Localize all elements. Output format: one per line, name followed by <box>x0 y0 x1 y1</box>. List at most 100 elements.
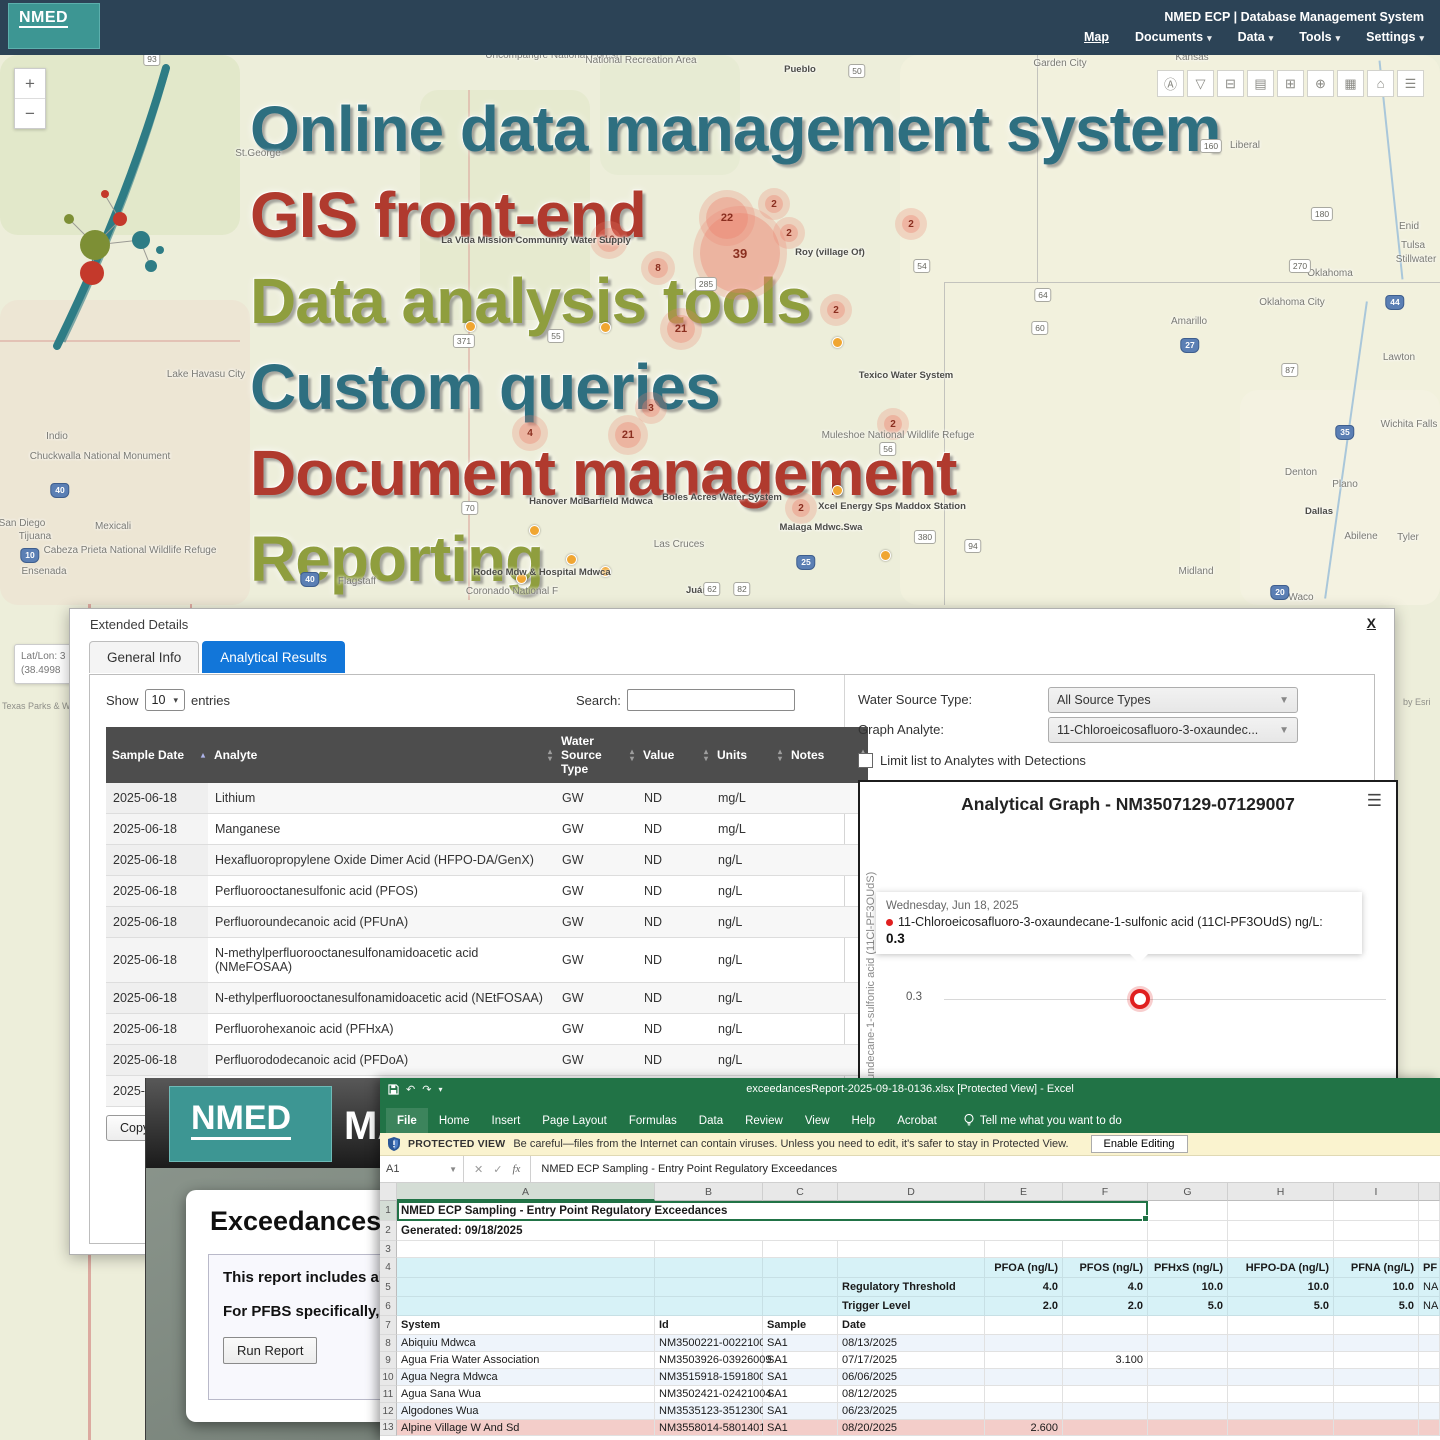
cancel-icon[interactable]: ✕ <box>474 1163 483 1176</box>
cell-A9[interactable]: Agua Fria Water Association <box>397 1352 655 1369</box>
cell-B12[interactable]: NM3535123-35123003 <box>655 1403 763 1420</box>
cell-I7[interactable] <box>1334 1316 1419 1335</box>
cell-G5[interactable]: 10.0 <box>1148 1278 1228 1297</box>
map-cluster[interactable]: 8 <box>648 258 668 278</box>
table-row[interactable]: 2025-06-18LithiumGWNDmg/L <box>106 783 868 814</box>
tell-me-box[interactable]: Tell me what you want to do <box>964 1114 1122 1133</box>
column-header-units[interactable]: Units▴▾ <box>711 727 785 783</box>
menu-tools[interactable]: Tools▾ <box>1299 30 1340 44</box>
cell-F13[interactable] <box>1063 1420 1148 1436</box>
cell-G7[interactable] <box>1148 1316 1228 1335</box>
nmed-logo[interactable]: NMED <box>169 1086 332 1162</box>
cell-G8[interactable] <box>1148 1335 1228 1352</box>
cell-B5[interactable] <box>655 1278 763 1297</box>
cell-J5[interactable]: NA <box>1419 1278 1440 1297</box>
cell-I3[interactable] <box>1334 1241 1419 1258</box>
table-row[interactable]: 2025-06-18ManganeseGWNDmg/L <box>106 814 868 845</box>
map-cluster[interactable]: 21 <box>615 422 641 448</box>
row-header-1[interactable]: 1 <box>380 1201 397 1221</box>
column-header-A[interactable]: A <box>397 1183 655 1201</box>
column-header-H[interactable]: H <box>1228 1183 1334 1201</box>
map-cluster[interactable]: 2 <box>765 195 783 213</box>
enable-editing-button[interactable]: Enable Editing <box>1091 1135 1188 1153</box>
row-header-8[interactable]: 8 <box>380 1335 397 1352</box>
map-cluster[interactable]: 21 <box>667 315 695 343</box>
cell-F7[interactable] <box>1063 1316 1148 1335</box>
cell-B7[interactable]: Id <box>655 1316 763 1335</box>
column-header-partial[interactable] <box>1419 1183 1440 1201</box>
cell-F5[interactable]: 4.0 <box>1063 1278 1148 1297</box>
map-cluster[interactable]: 2 <box>780 224 798 242</box>
cell-name-box[interactable]: A1▼ <box>380 1156 464 1182</box>
redo-icon[interactable]: ↷ <box>422 1083 431 1096</box>
map-marker-dot[interactable] <box>529 525 540 536</box>
map-cluster[interactable]: 22 <box>706 197 748 239</box>
column-header-analyte[interactable]: Analyte▴▾ <box>208 727 555 783</box>
cell-G11[interactable] <box>1148 1386 1228 1403</box>
cell-C13[interactable]: SA1 <box>763 1420 838 1436</box>
cell-I12[interactable] <box>1334 1403 1419 1420</box>
ribbon-tab-formulas[interactable]: Formulas <box>618 1108 688 1133</box>
table-row[interactable]: 2025-06-18N-methylperfluorooctanesulfona… <box>106 938 868 983</box>
cell-E9[interactable] <box>985 1352 1063 1369</box>
undo-icon[interactable]: ↶ <box>406 1083 415 1096</box>
cell-C8[interactable]: SA1 <box>763 1335 838 1352</box>
cell-I6[interactable]: 5.0 <box>1334 1297 1419 1316</box>
ribbon-tab-insert[interactable]: Insert <box>481 1108 532 1133</box>
column-header-B[interactable]: B <box>655 1183 763 1201</box>
cell-J6[interactable]: NA <box>1419 1297 1440 1316</box>
cell-J9[interactable] <box>1419 1352 1440 1369</box>
basemap-icon[interactable]: ▦ <box>1337 70 1364 97</box>
cell-C5[interactable] <box>763 1278 838 1297</box>
map-marker-dot[interactable] <box>600 322 611 333</box>
row-header-4[interactable]: 4 <box>380 1258 397 1278</box>
cell-E13[interactable]: 2.600 <box>985 1420 1063 1436</box>
cell-E11[interactable] <box>985 1386 1063 1403</box>
cell-E8[interactable] <box>985 1335 1063 1352</box>
row-header-13[interactable]: 13 <box>380 1420 397 1436</box>
customize-qat-icon[interactable]: ▾ <box>438 1085 442 1094</box>
map-marker-dot[interactable] <box>566 554 577 565</box>
map-marker-dot[interactable] <box>832 485 843 496</box>
map-marker-dot[interactable] <box>880 550 891 561</box>
cell-H7[interactable] <box>1228 1316 1334 1335</box>
cell-E7[interactable] <box>985 1316 1063 1335</box>
column-header-C[interactable]: C <box>763 1183 838 1201</box>
table-row[interactable]: 2025-06-18Perfluorohexanoic acid (PFHxA)… <box>106 1014 868 1045</box>
cell-G1[interactable] <box>1148 1201 1228 1221</box>
row-header-11[interactable]: 11 <box>380 1386 397 1403</box>
entries-select[interactable]: 10▾ <box>145 689 185 711</box>
cell-G12[interactable] <box>1148 1403 1228 1420</box>
map-cluster[interactable]: 3 <box>642 399 660 417</box>
cell-I13[interactable] <box>1334 1420 1419 1436</box>
cell-A12[interactable]: Algodones Wua <box>397 1403 655 1420</box>
cell-I8[interactable] <box>1334 1335 1419 1352</box>
cell-H8[interactable] <box>1228 1335 1334 1352</box>
cell-G6[interactable]: 5.0 <box>1148 1297 1228 1316</box>
cell-G2[interactable] <box>1148 1221 1228 1241</box>
water-source-select[interactable]: All Source Types▼ <box>1048 687 1298 713</box>
row-header-9[interactable]: 9 <box>380 1352 397 1369</box>
ribbon-tab-page-layout[interactable]: Page Layout <box>531 1108 618 1133</box>
cell-H1[interactable] <box>1228 1201 1334 1221</box>
enter-icon[interactable]: ✓ <box>493 1163 502 1176</box>
measure-icon[interactable]: ⊟ <box>1217 70 1244 97</box>
column-header-E[interactable]: E <box>985 1183 1063 1201</box>
search-input[interactable] <box>627 689 795 711</box>
cell-C6[interactable] <box>763 1297 838 1316</box>
cell-H4[interactable]: HFPO-DA (ng/L) <box>1228 1258 1334 1278</box>
cell-G13[interactable] <box>1148 1420 1228 1436</box>
row-header-6[interactable]: 6 <box>380 1297 397 1316</box>
column-header-value[interactable]: Value▴▾ <box>637 727 711 783</box>
cell-F6[interactable]: 2.0 <box>1063 1297 1148 1316</box>
cell-J8[interactable] <box>1419 1335 1440 1352</box>
zoom-in-box-icon[interactable]: ⊞ <box>1277 70 1304 97</box>
cell-A2[interactable]: Generated: 09/18/2025 <box>397 1221 1148 1241</box>
row-header-7[interactable]: 7 <box>380 1316 397 1335</box>
filter-icon[interactable]: ▽ <box>1187 70 1214 97</box>
cell-F10[interactable] <box>1063 1369 1148 1386</box>
map-cluster[interactable]: 2 <box>792 499 810 517</box>
cell-J13[interactable] <box>1419 1420 1440 1436</box>
locate-icon[interactable]: Ⓐ <box>1157 70 1184 97</box>
tab-general-info[interactable]: General Info <box>89 641 199 673</box>
